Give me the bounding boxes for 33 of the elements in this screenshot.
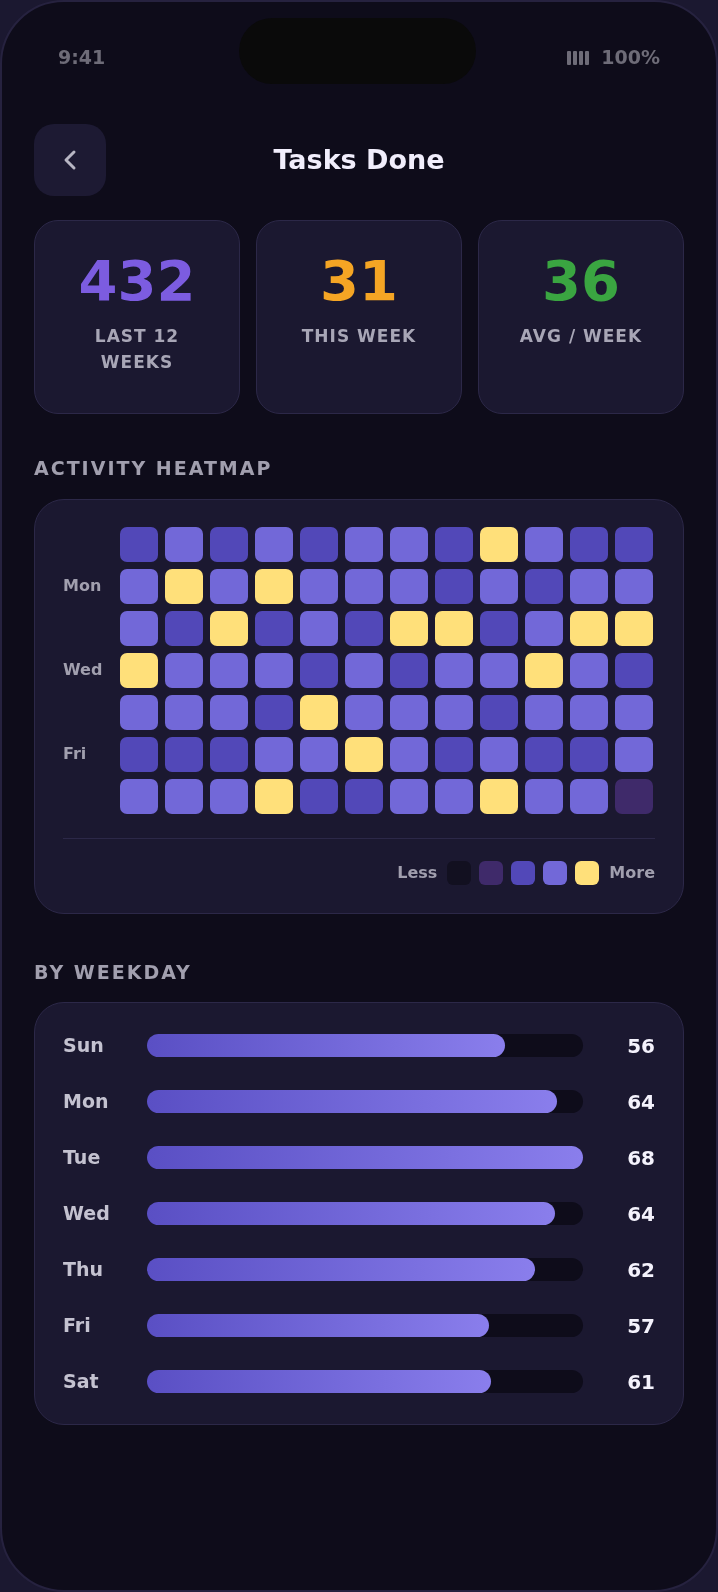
weekday-count: 68 [626, 1144, 655, 1172]
weekday-count: 56 [626, 1032, 655, 1060]
weekday-count: 64 [626, 1200, 655, 1228]
stat-label: LAST 12 WEEKS [93, 325, 181, 374]
section-heading: BY WEEKDAY [34, 959, 193, 985]
stat-label: AVG / WEEK [519, 325, 643, 348]
weekday-label: Wed [63, 660, 103, 679]
battery-level: 100% [601, 44, 660, 70]
back-icon [63, 149, 77, 171]
weekday-count: 64 [626, 1088, 655, 1116]
legend-label: More [609, 861, 655, 884]
weekday-label: Fri [63, 744, 87, 763]
status-time: 9:41 [58, 44, 106, 70]
page-title: Tasks Done [273, 142, 445, 177]
weekday-label: Mon [63, 1089, 110, 1115]
weekday-label: Thu [63, 1257, 104, 1283]
weekday-count: 62 [626, 1256, 655, 1284]
weekday-label: Tue [63, 1145, 102, 1171]
signal-icon [567, 49, 592, 65]
weekday-count: 57 [626, 1312, 655, 1340]
weekday-label: Sat [63, 1369, 100, 1395]
weekday-label: Mon [63, 576, 102, 595]
weekday-label: Sun [63, 1033, 105, 1059]
stat-value: 31 [320, 249, 398, 313]
weekday-label: Fri [63, 1313, 92, 1339]
stat-value: 36 [542, 249, 620, 313]
stat-label: THIS WEEK [301, 325, 417, 348]
weekday-label: Wed [63, 1201, 111, 1227]
section-heading: ACTIVITY HEATMAP [34, 456, 274, 481]
stat-value: 432 [78, 249, 196, 313]
legend-label: Less [397, 861, 438, 884]
weekday-count: 61 [626, 1368, 655, 1396]
back-button[interactable] [34, 124, 106, 196]
